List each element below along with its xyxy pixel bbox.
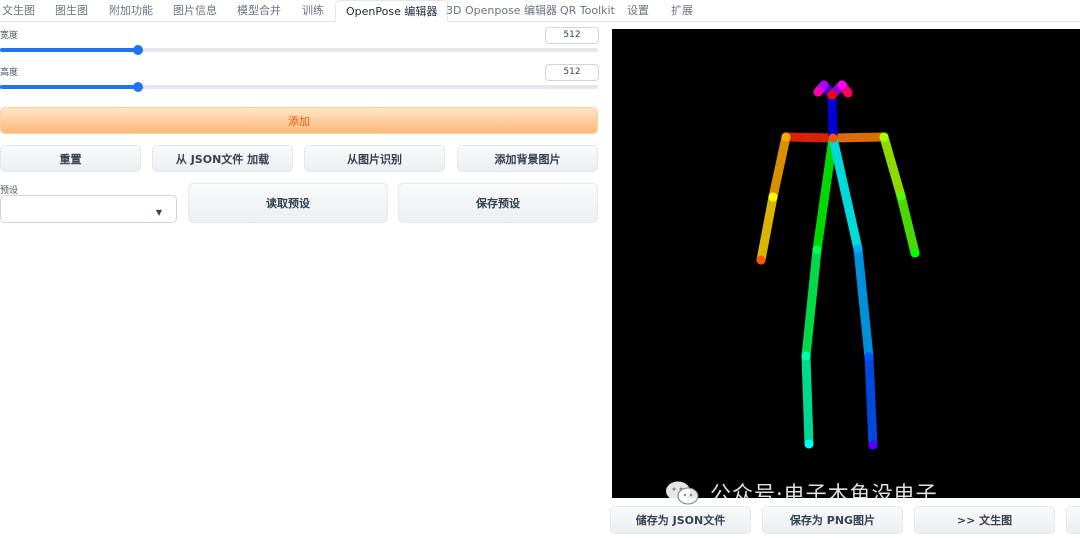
chevron-down-icon: ▼: [155, 208, 162, 217]
limb-right-thigh: [801, 245, 822, 361]
reset-button[interactable]: 重置: [0, 145, 141, 172]
keypoint-left-knee[interactable]: [864, 352, 874, 362]
limb-right-forearm: [756, 192, 778, 265]
keypoint-right-wrist[interactable]: [756, 255, 766, 265]
height-slider[interactable]: [0, 82, 598, 92]
limb-neck-right-shoulder: [781, 132, 838, 143]
limb-left-shin: [864, 352, 878, 450]
limb-neck-nose: [827, 90, 838, 143]
add-button[interactable]: 添加: [0, 107, 598, 134]
keypoint-right-ankle[interactable]: [804, 439, 814, 449]
tab-txt2img[interactable]: 文生图: [2, 0, 35, 21]
send-to-txt2img-button[interactable]: >> 文生图: [914, 506, 1055, 534]
width-slider[interactable]: [0, 45, 598, 55]
tab-model-merge[interactable]: 模型合并: [237, 0, 281, 21]
watermark-text: 公众号·电子木鱼没电子: [710, 482, 938, 506]
limb-neck-left-shoulder: [828, 132, 889, 143]
keypoint-left-hip[interactable]: [853, 244, 863, 254]
pose-canvas[interactable]: [612, 29, 1080, 498]
limb-left-thigh: [853, 244, 874, 362]
tab-img2img[interactable]: 图生图: [55, 0, 88, 21]
preset-dropdown[interactable]: ▼: [0, 195, 177, 223]
keypoint-right-hip[interactable]: [812, 245, 822, 255]
keypoint-right-elbow[interactable]: [768, 192, 778, 202]
keypoint-left-ear[interactable]: [843, 88, 853, 98]
keypoint-left-ankle[interactable]: [868, 440, 878, 450]
tab-settings[interactable]: 设置: [627, 0, 649, 21]
read-preset-button[interactable]: 读取预设: [188, 183, 388, 223]
tab-extras[interactable]: 附加功能: [109, 0, 153, 21]
width-input[interactable]: 512: [545, 27, 599, 44]
tab-bar: 文生图 图生图 附加功能 图片信息 模型合并 训练 OpenPose 编辑器 3…: [0, 0, 1080, 23]
save-preset-button[interactable]: 保存预设: [398, 183, 598, 223]
save-json-button[interactable]: 储存为 JSON文件: [610, 506, 751, 534]
keypoint-left-shoulder[interactable]: [879, 132, 889, 142]
keypoint-right-eye[interactable]: [819, 80, 829, 90]
limb-right-upper-arm: [768, 132, 791, 202]
add-background-button[interactable]: 添加背景图片: [457, 145, 598, 172]
width-label: 宽度: [0, 31, 19, 41]
tab-3d-openpose-editor[interactable]: 3D Openpose 编辑器: [446, 0, 557, 21]
tab-extensions[interactable]: 扩展: [671, 0, 693, 21]
width-slider-fill: [0, 48, 138, 52]
tab-openpose-editor[interactable]: OpenPose 编辑器: [335, 0, 449, 23]
tab-qr-toolkit[interactable]: QR Toolkit: [560, 0, 615, 21]
height-label: 高度: [0, 68, 19, 78]
load-json-button[interactable]: 从 JSON文件 加载: [152, 145, 293, 172]
keypoint-left-eye[interactable]: [837, 80, 847, 90]
height-slider-fill: [0, 85, 138, 89]
tab-train[interactable]: 训练: [302, 0, 324, 21]
limb-right-shin: [801, 351, 814, 449]
pose-skeleton[interactable]: [612, 29, 1080, 498]
tab-png-info[interactable]: 图片信息: [173, 0, 217, 21]
keypoint-nose[interactable]: [827, 90, 837, 100]
height-input[interactable]: 512: [545, 64, 599, 81]
keypoint-left-elbow[interactable]: [896, 191, 906, 201]
keypoint-left-wrist[interactable]: [910, 248, 920, 258]
save-png-button[interactable]: 保存为 PNG图片: [762, 506, 903, 534]
keypoint-right-shoulder[interactable]: [781, 132, 791, 142]
limb-left-forearm: [896, 191, 920, 258]
height-slider-thumb[interactable]: [132, 82, 143, 92]
limb-left-upper-arm: [879, 132, 906, 201]
limb-left-torso: [828, 133, 863, 254]
keypoint-neck[interactable]: [828, 133, 838, 143]
wechat-icon: [666, 481, 699, 505]
keypoint-right-knee[interactable]: [801, 351, 811, 361]
watermark: 公众号·电子木鱼没电子: [664, 478, 938, 508]
overflow-button[interactable]: [1066, 506, 1080, 534]
detect-from-image-button[interactable]: 从图片识别: [304, 145, 445, 172]
width-slider-thumb[interactable]: [132, 45, 143, 55]
keypoint-right-ear[interactable]: [813, 87, 823, 97]
limb-right-torso: [812, 133, 838, 255]
